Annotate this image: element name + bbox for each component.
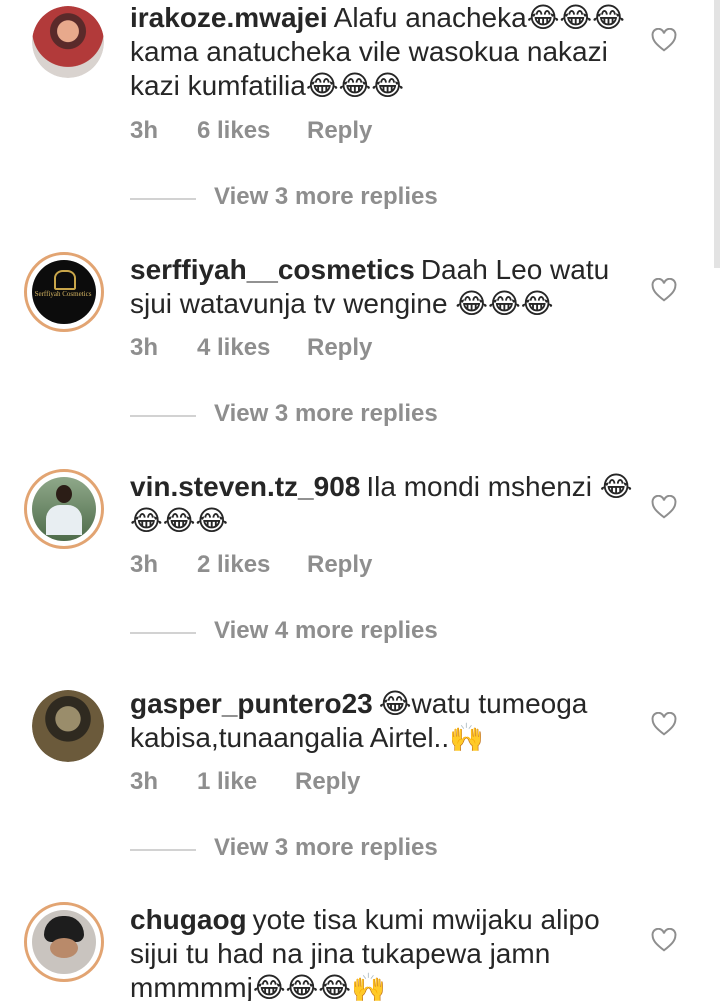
comment-body: serffiyah__cosmetics Daah Leo watu sjui w… — [130, 253, 640, 321]
comment-username[interactable]: irakoze.mwajei — [130, 2, 328, 33]
divider — [130, 415, 196, 417]
view-replies-label: View 4 more replies — [214, 617, 438, 644]
heart-icon[interactable] — [651, 495, 677, 519]
comment-likes[interactable]: 6 likes — [197, 117, 307, 145]
comment-username[interactable]: vin.steven.tz_908 — [130, 471, 360, 502]
comment-body: irakoze.mwajei Alafu anacheka😂😂😂 kama ana… — [130, 1, 640, 103]
reply-button[interactable]: Reply — [307, 334, 372, 362]
divider — [130, 632, 196, 634]
view-replies-label: View 3 more replies — [214, 183, 438, 210]
divider — [130, 849, 196, 851]
comment-body: gasper_puntero23 😂watu tumeoga kabisa,tun… — [130, 687, 640, 755]
divider — [130, 198, 196, 200]
scrollbar[interactable] — [714, 0, 720, 268]
avatar[interactable] — [24, 902, 104, 982]
comment-likes[interactable]: 4 likes — [197, 334, 307, 362]
view-replies-label: View 3 more replies — [214, 400, 438, 427]
comment-body: chugaog yote tisa kumi mwijaku alipo siju… — [130, 903, 640, 1001]
comment-meta: 3h 6 likes Reply — [130, 117, 372, 145]
comment-meta: 3h 2 likes Reply — [130, 551, 372, 579]
reply-button[interactable]: Reply — [295, 768, 360, 796]
comment-time: 3h — [130, 768, 159, 795]
avatar[interactable] — [32, 6, 104, 78]
comment-time: 3h — [130, 551, 159, 578]
heart-icon[interactable] — [651, 278, 677, 302]
comment-username[interactable]: chugaog — [130, 904, 247, 935]
comment-username[interactable]: serffiyah__cosmetics — [130, 254, 415, 285]
reply-button[interactable]: Reply — [307, 551, 372, 579]
comment-time: 3h — [130, 117, 159, 144]
heart-icon[interactable] — [651, 712, 677, 736]
avatar[interactable] — [32, 690, 104, 762]
comment-meta: 3h 1 like Reply — [130, 768, 360, 796]
comment-likes[interactable]: 2 likes — [197, 551, 307, 579]
avatar-brand-text: Serffiyah Cosmetics — [34, 290, 92, 298]
comment-likes[interactable]: 1 like — [197, 768, 295, 796]
comment-body: vin.steven.tz_908 Ila mondi mshenzi 😂😂😂😂 — [130, 470, 640, 538]
avatar[interactable] — [24, 469, 104, 549]
reply-button[interactable]: Reply — [307, 117, 372, 145]
comment-meta: 3h 4 likes Reply — [130, 334, 372, 362]
comments-screen: irakoze.mwajei Alafu anacheka😂😂😂 kama ana… — [0, 0, 720, 1001]
comment-username[interactable]: gasper_puntero23 — [130, 688, 373, 719]
avatar[interactable]: Serffiyah Cosmetics — [24, 252, 104, 332]
heart-icon[interactable] — [651, 928, 677, 952]
comment-time: 3h — [130, 334, 159, 361]
view-replies-label: View 3 more replies — [214, 834, 438, 861]
heart-icon[interactable] — [651, 28, 677, 52]
